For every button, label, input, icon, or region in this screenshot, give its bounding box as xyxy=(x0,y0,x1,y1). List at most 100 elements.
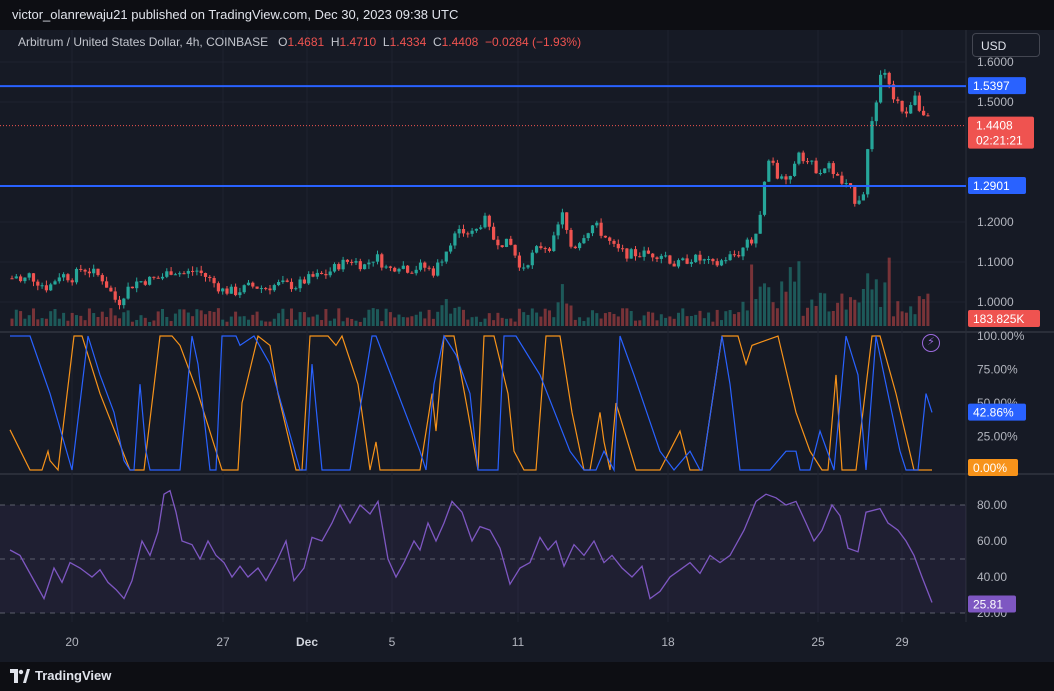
candle-body xyxy=(616,243,620,249)
candle-body xyxy=(152,276,156,278)
candle-body xyxy=(311,274,315,277)
volume-bar xyxy=(272,318,276,326)
x-tick-label: 5 xyxy=(389,635,396,649)
volume-bar xyxy=(616,316,620,326)
candle-body xyxy=(526,265,530,268)
candle-body xyxy=(375,254,380,262)
rsi-value-label: 25.81 xyxy=(973,598,1003,612)
price-tick-label: 1.0000 xyxy=(977,295,1014,309)
volume-bar xyxy=(724,311,728,326)
candle-body xyxy=(479,227,483,229)
volume-bar xyxy=(582,321,586,326)
volume-bar xyxy=(333,318,336,326)
candle-body xyxy=(100,275,104,282)
candle-body xyxy=(539,246,543,249)
volume-bar xyxy=(892,316,895,326)
volume-bar xyxy=(728,310,732,326)
candle-body xyxy=(874,102,878,122)
volume-bar xyxy=(479,321,483,326)
volume-bar xyxy=(788,267,792,326)
candle-body xyxy=(49,284,53,291)
volume-bar xyxy=(806,307,809,326)
volume-bar xyxy=(745,310,749,326)
volume-bar xyxy=(810,299,814,326)
volume-bar xyxy=(552,317,556,326)
chart-area[interactable]: 20 27 Dec 5 11 18 25 29 1.6000 1.5000 1.2000 1.1000… xyxy=(0,30,1054,662)
volume-bar xyxy=(870,289,874,326)
candle-body xyxy=(320,272,324,274)
volume-bar xyxy=(259,320,263,326)
candle-body xyxy=(272,285,276,291)
x-tick-label: 20 xyxy=(65,635,79,649)
candle-body xyxy=(578,243,582,249)
high-label: H xyxy=(330,35,340,49)
volume-bar xyxy=(720,320,723,326)
volume-bar xyxy=(556,302,560,326)
volume-bar xyxy=(354,320,358,326)
candle-body xyxy=(900,100,904,112)
candle-body xyxy=(216,283,220,292)
volume-bar xyxy=(156,311,160,326)
volume-bar xyxy=(530,308,534,326)
candle-body xyxy=(302,279,306,284)
candle-body xyxy=(225,288,229,294)
volume-bar xyxy=(199,310,203,326)
volume-bar xyxy=(32,308,35,326)
candle-body xyxy=(917,95,921,111)
aroon-tick-label: 100.00% xyxy=(977,329,1025,343)
lightning-icon[interactable]: ⚡ xyxy=(922,334,940,352)
candle-body xyxy=(324,273,328,276)
candle-body xyxy=(255,286,259,289)
candle-body xyxy=(857,200,861,204)
volume-bar xyxy=(96,316,100,326)
volume-bar xyxy=(474,316,478,326)
volume-bar xyxy=(470,317,474,326)
volume-bar xyxy=(449,313,453,326)
volume-bar xyxy=(767,287,771,326)
x-tick-label: 29 xyxy=(895,635,909,649)
candle-body xyxy=(513,244,517,256)
tradingview-logo[interactable]: TradingView xyxy=(10,668,111,683)
volume-bar xyxy=(143,317,147,326)
volume-bar xyxy=(573,319,577,326)
volume-bar xyxy=(341,321,345,326)
candle-body xyxy=(694,254,698,263)
volume-bar xyxy=(513,321,517,326)
x-tick-label: 25 xyxy=(811,635,825,649)
chart-svg[interactable]: 20 27 Dec 5 11 18 25 291.60001.50001.20001.1000… xyxy=(0,30,1054,662)
candle-body xyxy=(337,264,341,270)
volume-bar xyxy=(423,318,427,326)
volume-bar xyxy=(436,311,440,326)
volume-bar xyxy=(23,318,27,326)
candle-body xyxy=(698,254,702,261)
volume-bar xyxy=(457,306,461,326)
volume-bar xyxy=(849,297,852,326)
low-label: L xyxy=(382,35,390,49)
footer: TradingView xyxy=(0,662,1054,691)
currency-button[interactable]: USD xyxy=(972,33,1040,57)
candle-body xyxy=(784,176,788,180)
volume-bar xyxy=(315,314,319,326)
candle-body xyxy=(474,228,478,231)
volume-bar xyxy=(139,315,143,326)
candle-body xyxy=(565,212,569,230)
candle-body xyxy=(105,281,109,288)
candle-body xyxy=(702,259,706,261)
candle-body xyxy=(638,256,642,258)
volume-bar xyxy=(548,310,551,326)
candle-body xyxy=(27,273,31,278)
volume-bar xyxy=(836,302,840,326)
volume-bar xyxy=(565,303,569,326)
symbol-legend: Arbitrum / United States Dollar, 4h, COI… xyxy=(18,35,581,49)
candle-body xyxy=(203,273,208,277)
volume-bar xyxy=(771,302,775,326)
candle-body xyxy=(655,257,659,259)
candle-body xyxy=(453,233,457,246)
candle-body xyxy=(36,281,40,286)
volume-bar xyxy=(204,314,207,326)
candle-body xyxy=(363,264,367,270)
x-tick-label: 11 xyxy=(512,635,525,649)
candle-body xyxy=(173,274,177,276)
candle-body xyxy=(707,258,711,260)
candle-body xyxy=(788,175,792,180)
